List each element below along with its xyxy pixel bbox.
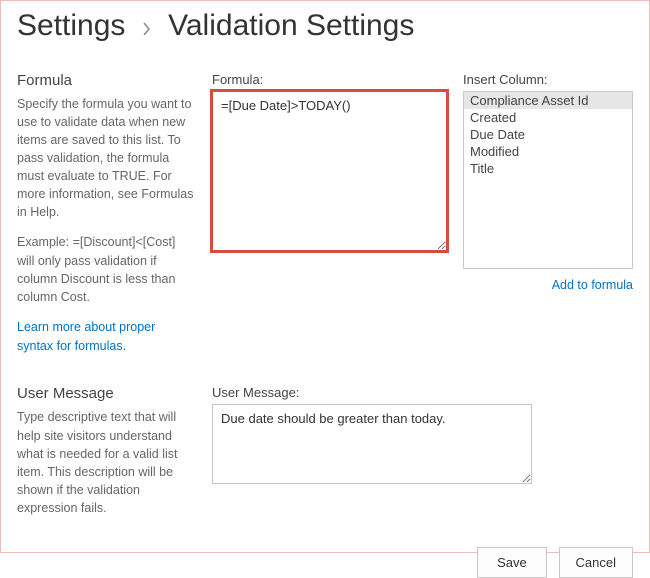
formula-section: Formula Specify the formula you want to … [17, 72, 633, 356]
breadcrumb-current: Validation Settings [168, 9, 414, 42]
learn-more-link[interactable]: Learn more about proper syntax for formu… [17, 320, 155, 353]
user-message-section: User Message Type descriptive text that … [17, 385, 633, 529]
button-bar: Save Cancel [17, 539, 633, 578]
user-message-label: User Message: [212, 385, 633, 400]
column-option[interactable]: Created [464, 109, 632, 126]
user-message-heading: User Message [17, 385, 194, 402]
formula-example: Example: =[Discount]<[Cost] will only pa… [17, 233, 194, 306]
column-option[interactable]: Compliance Asset Id [464, 92, 632, 109]
breadcrumb-parent[interactable]: Settings [17, 9, 125, 42]
save-button[interactable]: Save [477, 547, 547, 578]
chevron-right-icon [142, 11, 152, 44]
formula-label: Formula: [212, 72, 447, 87]
column-option[interactable]: Modified [464, 143, 632, 160]
column-option[interactable]: Due Date [464, 126, 632, 143]
user-message-textarea[interactable] [212, 404, 532, 484]
insert-column-listbox[interactable]: Compliance Asset IdCreatedDue DateModifi… [463, 91, 633, 269]
formula-textarea[interactable] [212, 91, 447, 251]
insert-column-label: Insert Column: [463, 72, 633, 87]
cancel-button[interactable]: Cancel [559, 547, 633, 578]
user-message-description: Type descriptive text that will help sit… [17, 408, 194, 517]
column-option[interactable]: Title [464, 160, 632, 177]
breadcrumb: Settings Validation Settings [17, 9, 633, 44]
formula-description: Specify the formula you want to use to v… [17, 95, 194, 222]
add-to-formula-link[interactable]: Add to formula [552, 278, 633, 292]
formula-heading: Formula [17, 72, 194, 89]
